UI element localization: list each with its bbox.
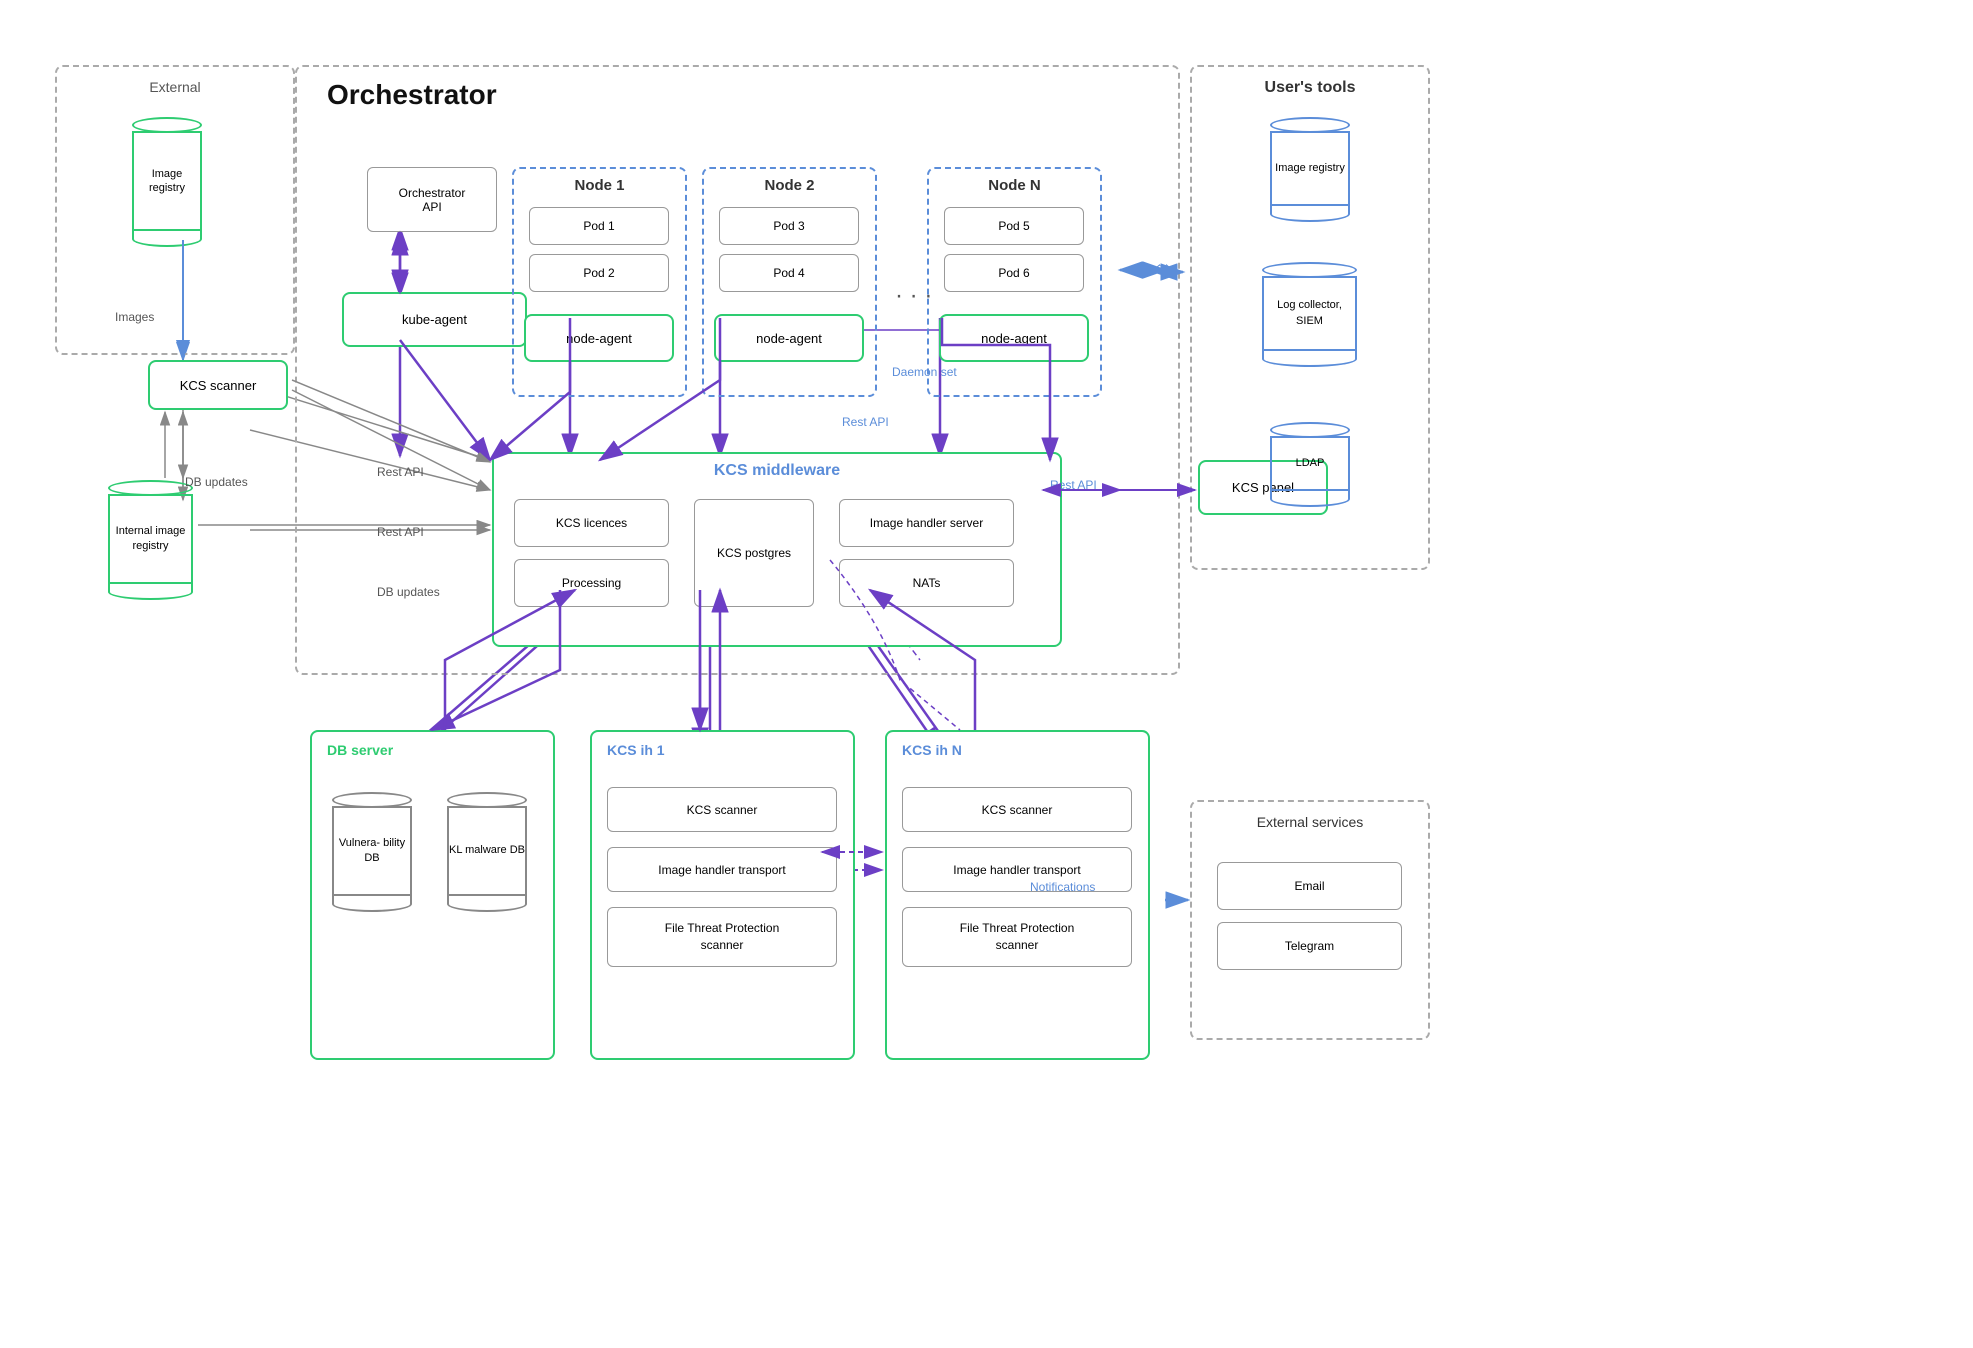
external-image-registry-box: External Image registry	[55, 65, 295, 355]
kcs-ih1-box: KCS ih 1 KCS scanner Image handler trans…	[590, 730, 855, 1060]
kcs-ihN-title: KCS ih N	[902, 742, 962, 758]
users-tools-title: User's tools	[1192, 79, 1428, 97]
pod2-box: Pod 2	[529, 254, 669, 292]
nats-box: NATs	[839, 559, 1014, 607]
pod6-label: Pod 6	[998, 266, 1029, 280]
db-server-title: DB server	[327, 742, 393, 758]
kcs-postgres-label: KCS postgres	[717, 546, 791, 560]
user-image-registry: Image registry	[1270, 117, 1350, 222]
vuln-db-cylinder: Vulnera- bility DB	[332, 792, 412, 912]
kl-malware-db-cylinder: KL malware DB	[447, 792, 527, 912]
node-agentN-box: node-agent	[939, 314, 1089, 362]
node-agent1-label: node-agent	[566, 331, 632, 346]
email-label: Email	[1294, 879, 1324, 893]
kcs-ih1-scanner-label: KCS scanner	[687, 803, 758, 817]
pod1-label: Pod 1	[583, 219, 614, 233]
notifications-label: Notifications	[1030, 880, 1095, 894]
kcs-ihN-transport-label: Image handler transport	[953, 863, 1080, 877]
pod5-label: Pod 5	[998, 219, 1029, 233]
kcs-ih1-title: KCS ih 1	[607, 742, 665, 758]
kcs-licences-box: KCS licences	[514, 499, 669, 547]
db-updates-label: DB updates	[185, 475, 248, 489]
kcs-scanner-label: KCS scanner	[180, 378, 257, 393]
orchestrator-title: Orchestrator	[327, 79, 497, 111]
log-collector-label: Log collector, SIEM	[1264, 298, 1355, 329]
kcs-ih1-transport-label: Image handler transport	[658, 863, 785, 877]
nodeN-label: Node N	[929, 177, 1100, 194]
kl-malware-db-label: KL malware DB	[449, 843, 525, 858]
pod5-box: Pod 5	[944, 207, 1084, 245]
ext-image-registry-label: Image registry	[134, 167, 200, 196]
kcs-licences-label: KCS licences	[556, 516, 627, 530]
external-services-title: External services	[1192, 814, 1428, 830]
node1-label: Node 1	[514, 177, 685, 194]
kube-agent-box: kube-agent	[342, 292, 527, 347]
rest-api-label-1: Rest API	[377, 465, 424, 479]
pod2-label: Pod 2	[583, 266, 614, 280]
telegram-label: Telegram	[1285, 939, 1334, 953]
external-label: External	[57, 79, 293, 95]
image-handler-server-box: Image handler server	[839, 499, 1014, 547]
node-agent2-box: node-agent	[714, 314, 864, 362]
double-arrow-icon: ⇔	[1152, 252, 1174, 278]
node-agent2-label: node-agent	[756, 331, 822, 346]
rest-api-top-label: Rest API	[842, 415, 889, 429]
kcs-ih1-ftp-box: File Threat Protectionscanner	[607, 907, 837, 967]
pod6-box: Pod 6	[944, 254, 1084, 292]
kcs-scanner-box: KCS scanner	[148, 360, 288, 410]
rest-api-label-2: Rest API	[377, 525, 424, 539]
kcs-ihN-ftp-label: File Threat Protectionscanner	[960, 920, 1075, 954]
ldap-label: LDAP	[1296, 456, 1325, 471]
log-collector: Log collector, SIEM	[1262, 262, 1357, 367]
node-agent1-box: node-agent	[524, 314, 674, 362]
node2-label: Node 2	[704, 177, 875, 194]
db-updates-label-1: DB updates	[377, 585, 440, 599]
node-agentN-label: node-agent	[981, 331, 1047, 346]
user-image-registry-label: Image registry	[1275, 161, 1345, 176]
external-services-box: External services Email Telegram	[1190, 800, 1430, 1040]
kube-agent-label: kube-agent	[402, 312, 467, 327]
kcs-postgres-box: KCS postgres	[694, 499, 814, 607]
ldap: LDAP	[1270, 422, 1350, 507]
orchestrator-api-box: OrchestratorAPI	[367, 167, 497, 232]
nodeN-box: Node N Pod 5 Pod 6 node-agent	[927, 167, 1102, 397]
kcs-middleware-box: KCS middleware KCS licences Processing K…	[492, 452, 1062, 647]
node2-box: Node 2 Pod 3 Pod 4 node-agent	[702, 167, 877, 397]
image-handler-server-label: Image handler server	[870, 516, 983, 530]
kcs-middleware-title: KCS middleware	[494, 462, 1060, 480]
rest-api-panel-label: Rest API	[1050, 478, 1097, 492]
kcs-ihN-scanner-label: KCS scanner	[982, 803, 1053, 817]
pod3-label: Pod 3	[773, 219, 804, 233]
processing-label: Processing	[562, 576, 621, 590]
node1-box: Node 1 Pod 1 Pod 2 node-agent	[512, 167, 687, 397]
pod3-box: Pod 3	[719, 207, 859, 245]
ext-image-registry-cylinder: Image registry	[132, 117, 202, 247]
kcs-ihN-box: KCS ih N KCS scanner Image handler trans…	[885, 730, 1150, 1060]
pod4-box: Pod 4	[719, 254, 859, 292]
kcs-ih1-scanner-box: KCS scanner	[607, 787, 837, 832]
users-tools-box: User's tools Image registry Log collecto…	[1190, 65, 1430, 570]
kcs-ihN-transport-box: Image handler transport	[902, 847, 1132, 892]
orchestrator-api-label: OrchestratorAPI	[399, 186, 466, 214]
vuln-db-label: Vulnera- bility DB	[334, 836, 410, 867]
telegram-box: Telegram	[1217, 922, 1402, 970]
diagram-container: External Image registry Images Orchestra…	[0, 0, 1973, 1348]
processing-box: Processing	[514, 559, 669, 607]
kcs-ih1-transport-box: Image handler transport	[607, 847, 837, 892]
db-server-box: DB server Vulnera- bility DB KL malware …	[310, 730, 555, 1060]
internal-image-registry-label: Internal image registry	[110, 524, 191, 555]
pod4-label: Pod 4	[773, 266, 804, 280]
kcs-ihN-ftp-box: File Threat Protectionscanner	[902, 907, 1132, 967]
kcs-ih1-ftp-label: File Threat Protectionscanner	[665, 920, 780, 954]
nats-label: NATs	[913, 576, 941, 590]
images-label: Images	[115, 310, 154, 324]
pod1-box: Pod 1	[529, 207, 669, 245]
orchestrator-box: Orchestrator OrchestratorAPI kube-agent …	[295, 65, 1180, 675]
kcs-ihN-scanner-box: KCS scanner	[902, 787, 1132, 832]
email-box: Email	[1217, 862, 1402, 910]
internal-image-registry: Internal image registry	[108, 480, 193, 600]
